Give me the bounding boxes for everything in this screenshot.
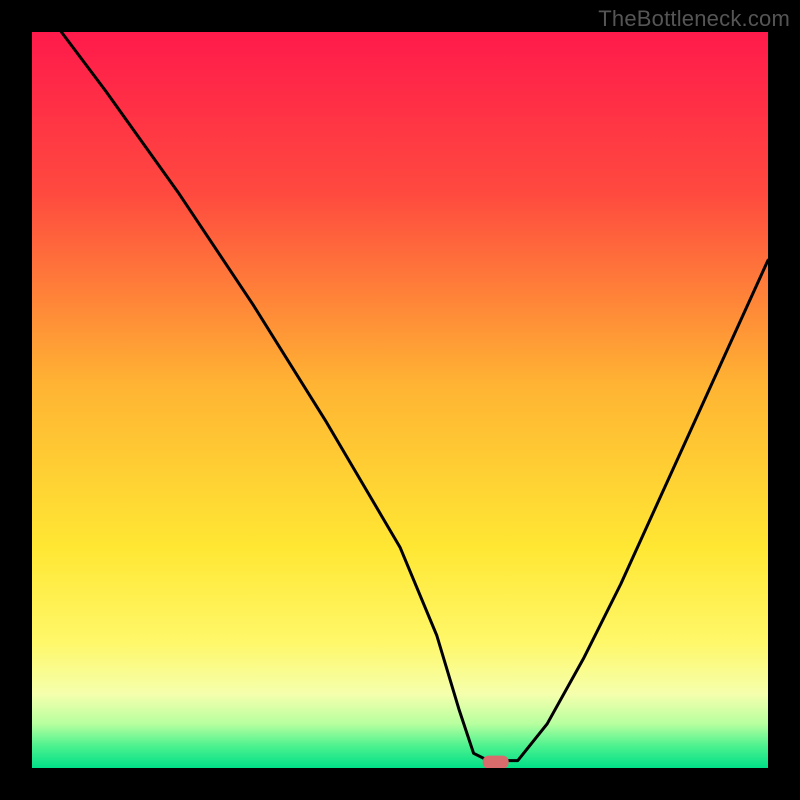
watermark-label: TheBottleneck.com bbox=[598, 6, 790, 32]
minimum-marker bbox=[483, 756, 509, 768]
chart-svg bbox=[32, 32, 768, 768]
plot-area bbox=[32, 32, 768, 768]
chart-frame: TheBottleneck.com bbox=[0, 0, 800, 800]
